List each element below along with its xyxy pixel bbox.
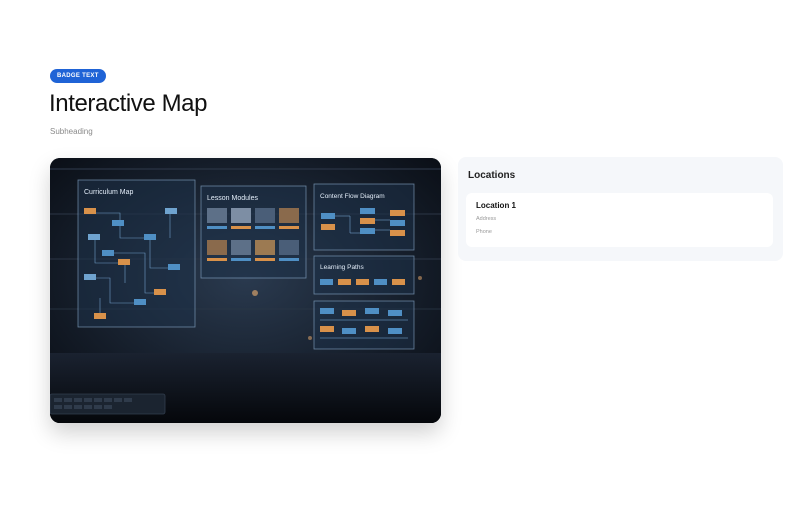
- hero-image: Curriculum Map Lesson Modules Content Fl…: [50, 158, 441, 423]
- page-subheading: Subheading: [50, 127, 93, 136]
- location-name: Location 1: [476, 201, 517, 210]
- content-flow-title: Content Flow Diagram: [320, 193, 385, 200]
- lesson-modules-panel: Lesson Modules: [200, 185, 307, 279]
- location-phone: Phone: [476, 229, 492, 235]
- locations-title: Locations: [468, 170, 516, 181]
- learning-paths-panel: Learning Paths: [313, 255, 415, 295]
- location-card[interactable]: Location 1 Address Phone: [466, 193, 773, 247]
- page-title: Interactive Map: [49, 90, 208, 117]
- badge: BADGE TEXT: [50, 69, 106, 83]
- curriculum-map-title: Curriculum Map: [84, 189, 134, 196]
- learning-paths-title: Learning Paths: [320, 264, 364, 271]
- content-flow-panel: Content Flow Diagram: [313, 183, 415, 251]
- locations-panel: Locations Location 1 Address Phone: [458, 157, 783, 261]
- location-address: Address: [476, 216, 497, 222]
- curriculum-map-panel: Curriculum Map: [77, 179, 196, 328]
- roadmap-panel: [313, 300, 415, 350]
- lesson-modules-title: Lesson Modules: [207, 195, 258, 202]
